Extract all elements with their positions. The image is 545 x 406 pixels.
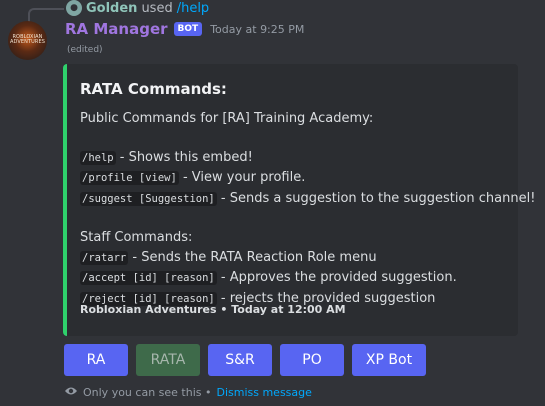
command-desc: - View your profile.: [178, 170, 306, 185]
dismiss-message-link[interactable]: Dismiss message: [216, 386, 311, 399]
button-row: RA RATA S&R PO XP Bot: [64, 344, 426, 376]
staff-commands-list: /ratarr - Sends the RATA Reaction Role m…: [80, 248, 506, 310]
command-desc: - Sends the RATA Reaction Role menu: [128, 249, 377, 265]
xp-bot-button[interactable]: XP Bot: [352, 344, 426, 376]
message-timestamp[interactable]: Today at 9:25 PM: [210, 23, 304, 36]
staff-heading: Staff Commands:: [80, 230, 193, 245]
chat-message-area: ● Golden used /help ROBLOXIAN ADVENTURES…: [0, 0, 545, 406]
command-code: /profile [view]: [80, 171, 179, 185]
command-code: /ratarr: [80, 250, 129, 265]
ra-button[interactable]: RA: [64, 344, 128, 376]
po-button[interactable]: PO: [280, 344, 344, 376]
command-line: /ratarr - Sends the RATA Reaction Role m…: [80, 248, 506, 269]
reply-used-text: used: [141, 0, 173, 16]
reply-avatar[interactable]: ●: [66, 0, 82, 16]
s-and-r-button[interactable]: S&R: [208, 344, 272, 376]
command-desc: - Sends a suggestion to the suggestion c…: [216, 190, 536, 206]
command-code: /help: [80, 150, 116, 165]
embed-intro: Public Commands for [RA] Training Academ…: [80, 111, 374, 126]
embed-title: RATA Commands:: [80, 80, 227, 98]
command-line: /profile [view] - View your profile.: [80, 168, 506, 189]
embed-footer: Robloxian Adventures • Today at 12:00 AM: [80, 303, 346, 316]
eye-icon: [64, 386, 78, 399]
rata-button[interactable]: RATA: [136, 344, 200, 376]
reply-reference[interactable]: ● Golden used /help: [66, 0, 209, 17]
ephemeral-notice: Only you can see this • Dismiss message: [64, 386, 312, 399]
command-desc: - Shows this embed!: [115, 149, 253, 165]
command-line: /help - Shows this embed!: [80, 148, 506, 169]
author-name[interactable]: RA Manager: [65, 20, 168, 38]
command-desc: - Approves the provided suggestion.: [216, 270, 457, 285]
reply-username[interactable]: Golden: [86, 1, 137, 16]
public-commands-list: /help - Shows this embed! /profile [view…: [80, 148, 535, 210]
reply-command[interactable]: /help: [177, 1, 209, 16]
command-code: /suggest [Suggestion]: [80, 191, 217, 206]
edited-label: (edited): [67, 45, 103, 55]
message-header: RA Manager BOT Today at 9:25 PM: [65, 19, 304, 39]
command-line: /accept [id] [reason] - Approves the pro…: [80, 268, 506, 289]
command-code: /accept [id] [reason]: [80, 271, 217, 285]
reply-connector: [28, 8, 64, 22]
bot-avatar[interactable]: ROBLOXIAN ADVENTURES: [8, 21, 47, 60]
command-line: /suggest [Suggestion] - Sends a suggesti…: [80, 189, 535, 210]
embed: RATA Commands: Public Commands for [RA] …: [63, 64, 535, 336]
bot-badge: BOT: [173, 22, 203, 36]
avatar-logo-text: ROBLOXIAN ADVENTURES: [9, 34, 46, 45]
notice-text: Only you can see this •: [83, 386, 212, 399]
